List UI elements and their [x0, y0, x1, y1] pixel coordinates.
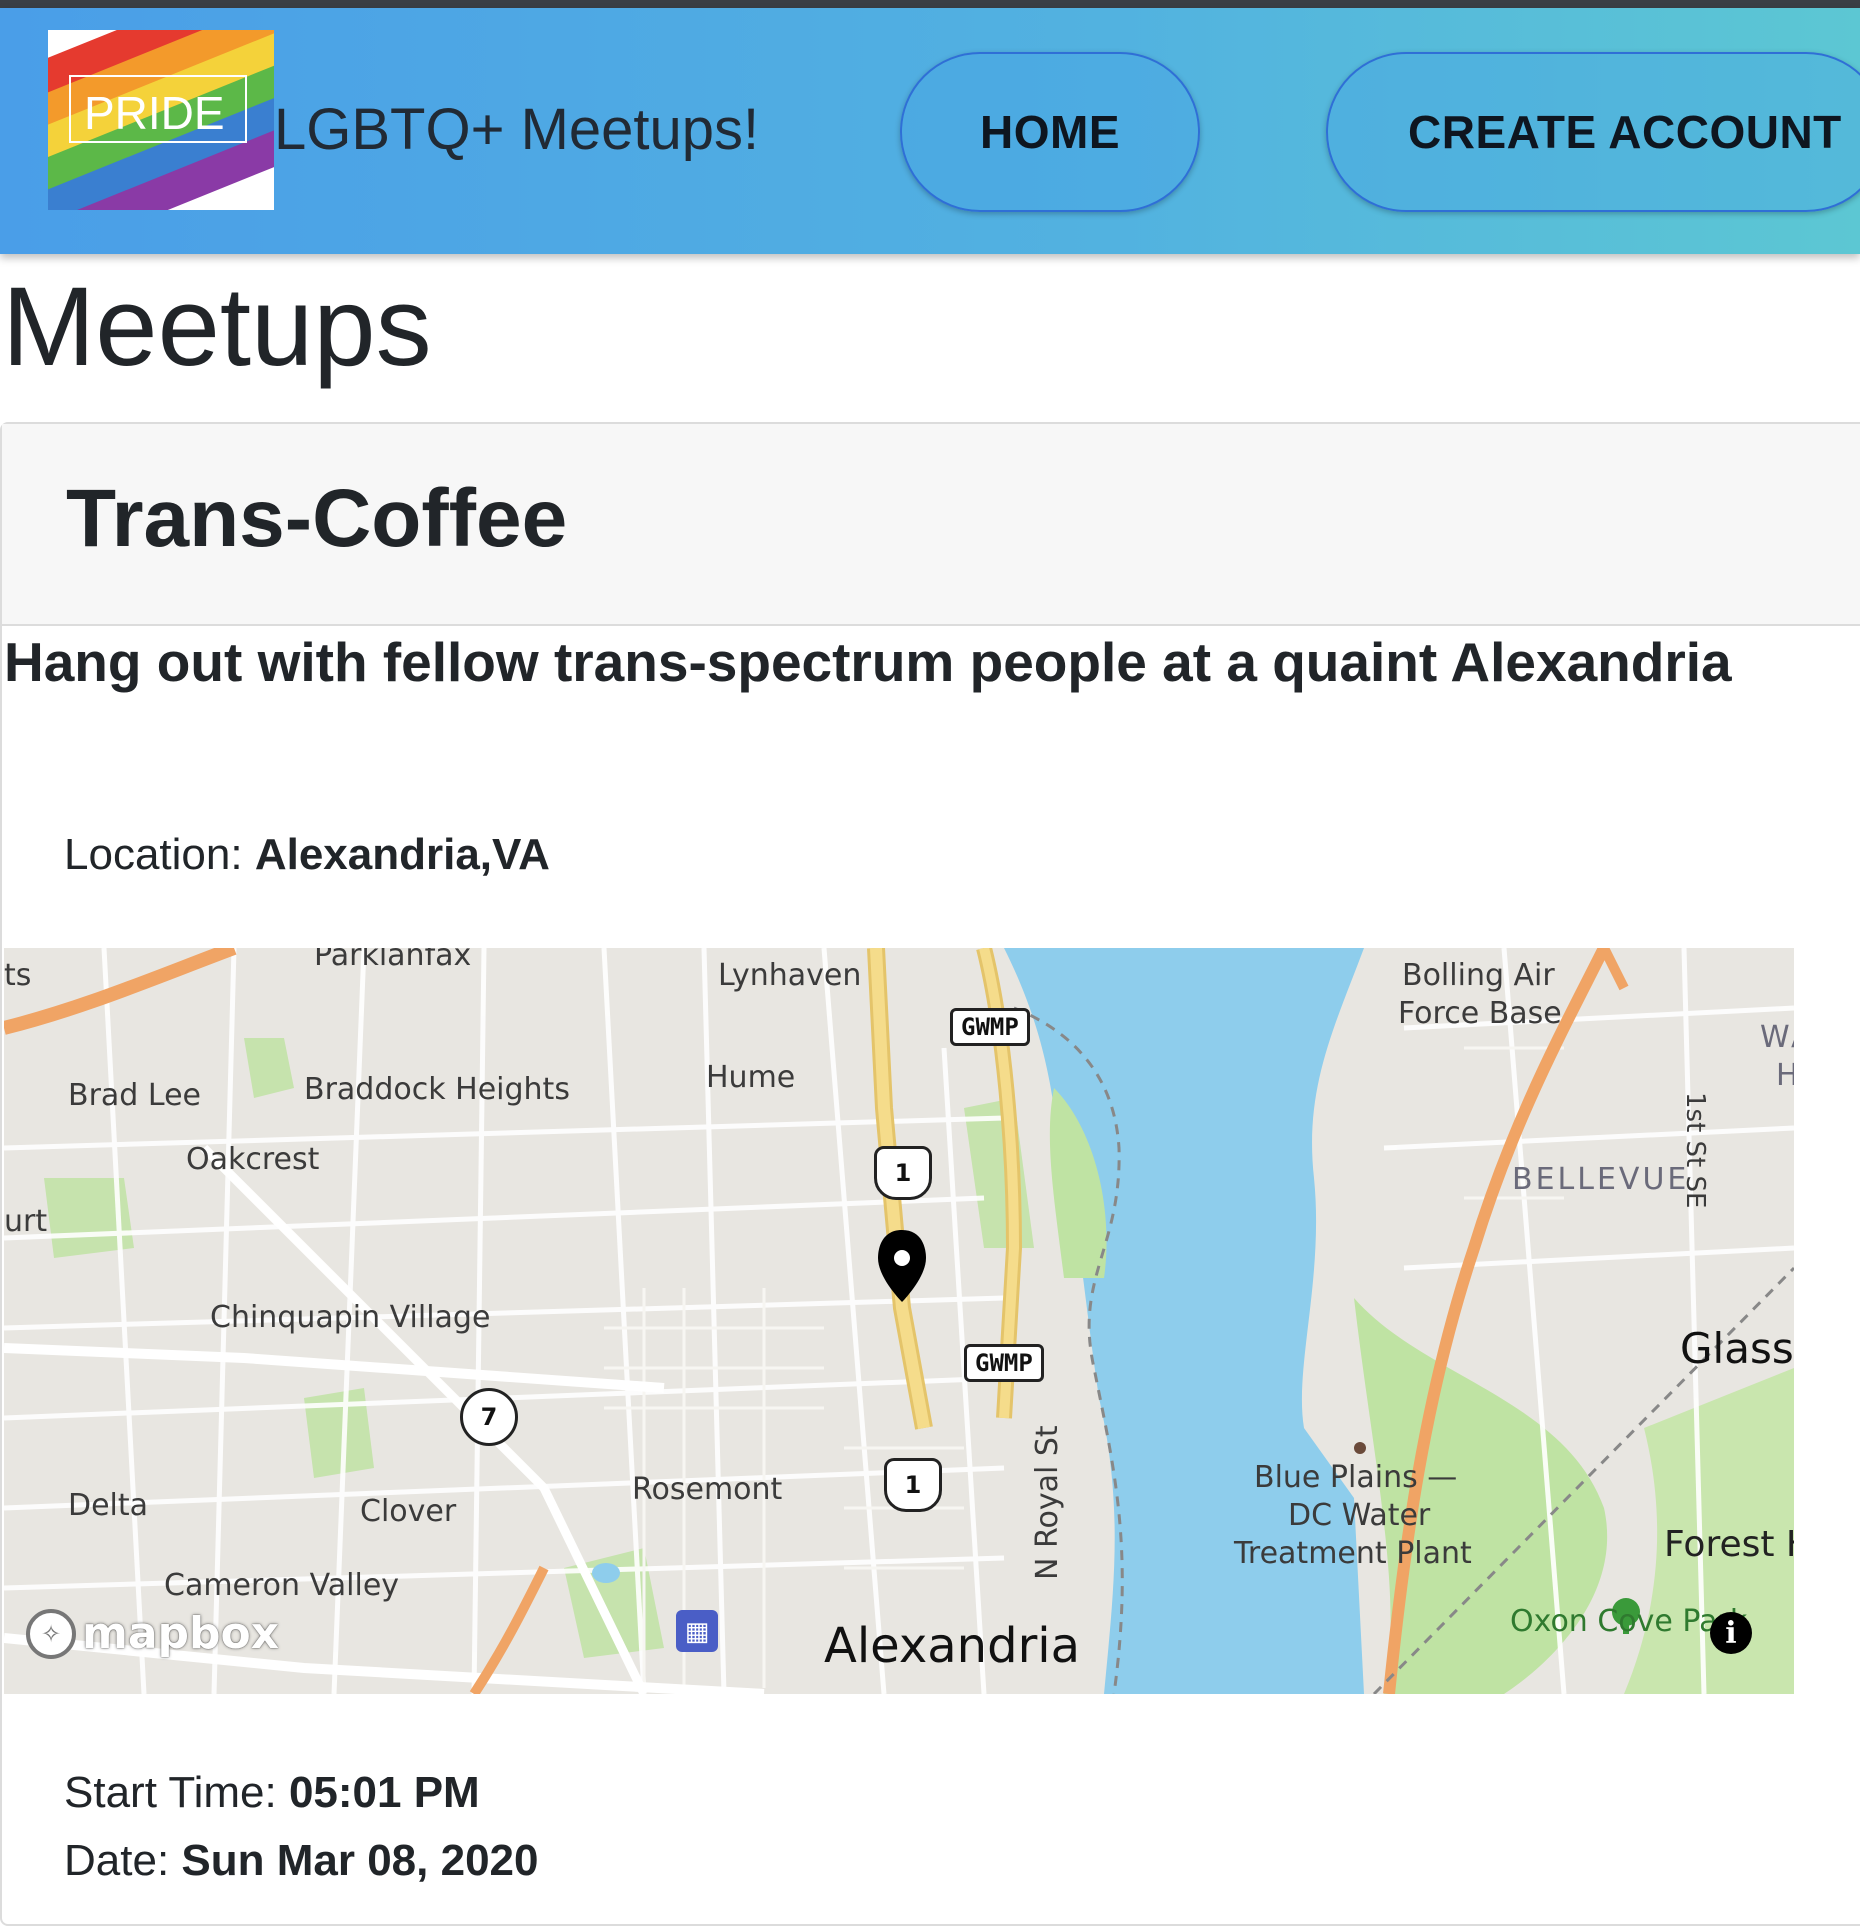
us-1-shield-icon: 1	[884, 1458, 942, 1512]
map-label-alexandria: Alexandria	[824, 1618, 1081, 1674]
va-7-shield-icon: 7	[460, 1388, 518, 1446]
gwmp-shield-label: GWMP	[961, 1013, 1019, 1041]
page-title: Meetups	[2, 264, 432, 389]
map-label-braddock: Braddock Heights	[304, 1072, 570, 1107]
start-time-label: Start Time:	[64, 1768, 277, 1817]
meetup-start-time: Start Time: 05:01 PM	[64, 1768, 480, 1818]
meetup-description: Hang out with fellow trans-spectrum peop…	[4, 631, 1732, 693]
us-1-shield-icon: 1	[874, 1146, 932, 1200]
gwmp-shield-label: GWMP	[975, 1349, 1033, 1377]
metro-station-icon: ▦	[676, 1610, 718, 1652]
map-label-dc-water: DC Water	[1288, 1498, 1431, 1533]
start-time-value: 05:01 PM	[288, 1768, 480, 1817]
map-label-cameron-valley: Cameron Valley	[164, 1568, 400, 1603]
map-label-wa: WA	[1760, 1020, 1794, 1055]
map-label-blue-plains: Blue Plains —	[1254, 1460, 1458, 1495]
map-info-icon[interactable]: i	[1710, 1612, 1752, 1654]
map-label-clover: Clover	[360, 1494, 457, 1529]
logo-text: PRIDE	[84, 87, 225, 139]
navbar: PRIDE LGBTQ+ Meetups! HOME CREATE ACCOUN…	[0, 8, 1860, 254]
map-label-royal-st: N Royal St	[1030, 1425, 1065, 1580]
map-label-ts: ts	[4, 958, 32, 993]
map-label-glass: Glass	[1680, 1324, 1794, 1373]
gwmp-shield-icon: GWMP	[964, 1344, 1044, 1382]
map-info-icon-glyph: i	[1725, 1615, 1737, 1651]
map-label-force-base: Force Base	[1398, 996, 1562, 1031]
create-account-button-label: CREATE ACCOUNT	[1408, 106, 1842, 158]
map-label-bolling: Bolling Air	[1402, 958, 1555, 993]
map-label-rosemont: Rosemont	[632, 1472, 783, 1507]
map-label-oakcrest: Oakcrest	[186, 1142, 320, 1177]
mapbox-wordmark: mapbox	[82, 1608, 280, 1659]
map-label-delta: Delta	[68, 1488, 149, 1523]
map-label-1st-st: 1st St SE	[1680, 1092, 1710, 1209]
mapbox-attribution[interactable]: ✧ mapbox	[26, 1608, 279, 1659]
us-1-shield-number: 1	[894, 1159, 912, 1187]
map-label-urt: urt	[4, 1204, 48, 1239]
pride-logo[interactable]: PRIDE	[48, 30, 274, 210]
mapbox-logo-icon: ✧	[26, 1608, 76, 1659]
location-map[interactable]: Parklanfax ts Lynhaven Bolling Air Force…	[4, 948, 1794, 1694]
meetup-card-header: Trans-Coffee	[2, 424, 1860, 626]
map-label-chinquapin: Chinquapin Village	[210, 1300, 491, 1335]
map-label-hume: Hume	[706, 1060, 796, 1095]
va-7-shield-number: 7	[480, 1403, 498, 1431]
meetup-title: Trans-Coffee	[66, 473, 568, 564]
home-button[interactable]: HOME	[900, 52, 1200, 212]
meetup-location: Location: Alexandria,VA	[64, 830, 550, 880]
us-1-shield-number: 1	[904, 1471, 922, 1499]
gwmp-shield-icon: GWMP	[950, 1008, 1030, 1046]
home-button-label: HOME	[980, 106, 1120, 158]
location-pin-icon[interactable]	[878, 1230, 926, 1302]
map-label-parklawn: Parklanfax	[314, 948, 472, 973]
map-label-brad-lee: Brad Lee	[68, 1078, 201, 1113]
map-label-h: H	[1776, 1058, 1794, 1093]
location-value: Alexandria,VA	[254, 830, 550, 879]
location-label: Location:	[64, 830, 243, 879]
map-label-lynhaven: Lynhaven	[718, 958, 862, 993]
brand-name[interactable]: LGBTQ+ Meetups!	[274, 96, 759, 163]
map-label-forest: Forest H	[1664, 1524, 1794, 1565]
create-account-button[interactable]: CREATE ACCOUNT	[1326, 52, 1860, 212]
meetup-date: Date: Sun Mar 08, 2020	[64, 1836, 538, 1886]
window-top-border	[0, 0, 1860, 8]
map-label-treatment-plant: Treatment Plant	[1234, 1536, 1472, 1571]
map-label-bellevue: BELLEVUE	[1512, 1162, 1690, 1197]
